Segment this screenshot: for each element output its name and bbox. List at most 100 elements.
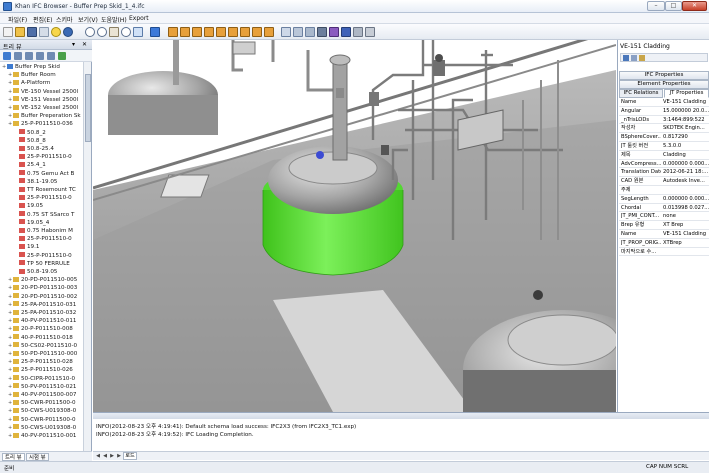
left-vessel[interactable] bbox=[108, 40, 218, 135]
tab-jt-properties[interactable]: JT Properties bbox=[664, 89, 709, 98]
new-file-icon[interactable] bbox=[3, 27, 13, 37]
remove-icon[interactable] bbox=[47, 52, 55, 60]
tree-item[interactable]: + VE-151 Vessel 2500l bbox=[8, 96, 78, 104]
tree-scrollbar[interactable] bbox=[83, 62, 91, 456]
sort-icon[interactable] bbox=[623, 55, 629, 61]
menu-schema[interactable]: 스키마 bbox=[56, 15, 73, 24]
pan-hand-icon[interactable] bbox=[109, 27, 119, 37]
maximize-button[interactable]: □ bbox=[665, 1, 682, 11]
menu-export[interactable]: Export bbox=[129, 15, 149, 22]
menu-help[interactable]: 도움말(H) bbox=[101, 15, 127, 24]
category-icon[interactable] bbox=[631, 55, 637, 61]
add-icon[interactable] bbox=[36, 52, 44, 60]
tab-tree-view[interactable]: 트리 뷰 bbox=[2, 453, 25, 461]
tree-item[interactable]: 50.8-19.05 bbox=[14, 268, 58, 276]
check-icon[interactable] bbox=[58, 52, 66, 60]
tree-item[interactable]: 50.8_2 bbox=[14, 129, 46, 137]
property-row[interactable]: Angular 15.000000 20.0... bbox=[619, 107, 709, 116]
tree-item[interactable]: + Buffer Preperation Sk bbox=[8, 112, 81, 120]
tree-item[interactable]: + VE-150 Vessel 2500l bbox=[8, 88, 78, 96]
save-icon[interactable] bbox=[27, 27, 37, 37]
tree-item[interactable]: + A-Platform bbox=[8, 79, 50, 87]
panel-pin-icon[interactable]: ▾ bbox=[72, 41, 75, 48]
expand-icon[interactable] bbox=[14, 52, 22, 60]
property-row[interactable]: Brep 유형 XT Brep bbox=[619, 221, 709, 230]
tree-item[interactable]: +20-P-P011510-008 bbox=[8, 325, 73, 333]
color-icon[interactable] bbox=[341, 27, 351, 37]
tree-item[interactable]: +25-P-P011510-036 bbox=[8, 120, 73, 128]
property-row[interactable]: JT_PMI_CONT... none bbox=[619, 212, 709, 222]
tree-item[interactable]: 25-P-P011510-0 bbox=[14, 194, 72, 202]
render-mode-icon[interactable] bbox=[281, 27, 291, 37]
property-row[interactable]: _nTrisLODs 3:1464:899:522 bbox=[619, 116, 709, 125]
view-bottom-icon[interactable] bbox=[228, 27, 238, 37]
tree-scrollbar-thumb[interactable] bbox=[85, 74, 91, 142]
log-tab[interactable]: 로드 bbox=[123, 452, 137, 460]
tree-item[interactable]: +20-PD-P011510-003 bbox=[8, 284, 77, 292]
tree-item[interactable]: 25-P-P011510-0 bbox=[14, 235, 72, 243]
tree-item[interactable]: 38.1-19.05 bbox=[14, 178, 58, 186]
property-row[interactable]: JT 툴킷 버전 5.3.0.0 bbox=[619, 142, 709, 151]
select-icon[interactable] bbox=[150, 27, 160, 37]
transparency-icon[interactable] bbox=[329, 27, 339, 37]
help-icon[interactable] bbox=[63, 27, 73, 37]
tree-item[interactable]: + Buffer Prep Skid bbox=[2, 63, 60, 71]
tree-item[interactable]: +25-P-P011510-028 bbox=[8, 358, 73, 366]
tree-item[interactable]: 19.05_4 bbox=[14, 219, 49, 227]
view-iso2-icon[interactable] bbox=[252, 27, 262, 37]
tree-item[interactable]: +50-CWR-P011500-0 bbox=[8, 399, 76, 407]
close-button[interactable]: ✕ bbox=[682, 1, 707, 11]
tree-item[interactable]: TT Rosemount TC bbox=[14, 186, 76, 194]
tree-item[interactable]: +20-PD-P011510-002 bbox=[8, 293, 77, 301]
tree-item[interactable]: +25-P-P011510-026 bbox=[8, 366, 73, 374]
view-back-icon[interactable] bbox=[180, 27, 190, 37]
zoom-out-icon[interactable] bbox=[97, 27, 107, 37]
first-tab-icon[interactable]: ◀ bbox=[95, 453, 101, 459]
shaded-edges-icon[interactable] bbox=[317, 27, 327, 37]
tree-item[interactable]: +50-CWS-U019308-0 bbox=[8, 424, 76, 432]
property-row[interactable]: BSphereCover... 0.817290 bbox=[619, 133, 709, 142]
view-front-icon[interactable] bbox=[168, 27, 178, 37]
print-icon[interactable] bbox=[39, 27, 49, 37]
model-tree[interactable]: + Buffer Prep Skid + Buffer Room + A-Platform… bbox=[0, 63, 84, 456]
menu-edit[interactable]: 편집(E) bbox=[33, 15, 53, 24]
last-tab-icon[interactable]: ▶ bbox=[116, 453, 122, 459]
tree-item[interactable]: +50-CWS-U019308-0 bbox=[8, 407, 76, 415]
property-row[interactable]: JT_PROP_ORIG... XTBrep bbox=[619, 239, 709, 248]
tree-item[interactable]: +25-PA-P011510-031 bbox=[8, 301, 76, 309]
tree-item[interactable]: + VE-152 Vessel 2500l bbox=[8, 104, 78, 112]
open-folder-icon[interactable] bbox=[15, 27, 25, 37]
property-row[interactable]: 마지막으로 수... bbox=[619, 248, 709, 257]
prev-tab-icon[interactable]: ◀ bbox=[102, 453, 108, 459]
tree-item[interactable]: TP 50 FERRULE bbox=[14, 260, 70, 268]
tree-item[interactable]: +20-PD-P011510-005 bbox=[8, 276, 77, 284]
view-right-icon[interactable] bbox=[204, 27, 214, 37]
view-iso3-icon[interactable] bbox=[264, 27, 274, 37]
zoom-in-icon[interactable] bbox=[85, 27, 95, 37]
property-row[interactable]: CAD 원본 Autodesk Inve... bbox=[619, 177, 709, 186]
element-properties-button[interactable]: Element Properties bbox=[619, 80, 709, 89]
tree-item[interactable]: +25-PA-P011510-032 bbox=[8, 309, 76, 317]
tree-item[interactable]: +50-CS02-P011510-0 bbox=[8, 342, 77, 350]
property-row[interactable]: 작성자 SKDTEK Engin... bbox=[619, 124, 709, 134]
shaded-icon[interactable] bbox=[305, 27, 315, 37]
property-row[interactable]: Chordal 0.013998 0.027... bbox=[619, 204, 709, 213]
tree-item[interactable]: 25.4_1 bbox=[14, 161, 46, 169]
tree-item[interactable]: + Buffer Room bbox=[8, 71, 56, 79]
tree-item[interactable]: +40-PV-P011510-011 bbox=[8, 317, 76, 325]
view-left-icon[interactable] bbox=[192, 27, 202, 37]
tree-item[interactable]: +40-P-P011510-018 bbox=[8, 334, 73, 342]
tree-item[interactable]: +50-PV-P011510-021 bbox=[8, 383, 76, 391]
property-row[interactable]: Name VE-151 Cladding bbox=[619, 230, 709, 239]
tree-item[interactable]: 0.75 ST SSarco T bbox=[14, 211, 74, 219]
view-top-icon[interactable] bbox=[216, 27, 226, 37]
property-page-icon[interactable] bbox=[639, 55, 645, 61]
property-row[interactable]: Translation Date 2012-06-21 18:... bbox=[619, 168, 709, 178]
tree-item[interactable]: 25-P-P011510-0 bbox=[14, 153, 72, 161]
tree-item[interactable]: +50-CWR-P011500-0 bbox=[8, 416, 76, 424]
zoom-fit-icon[interactable] bbox=[121, 27, 131, 37]
tab-test-view[interactable]: 시험 뷰 bbox=[26, 453, 49, 461]
hide-icon[interactable] bbox=[353, 27, 363, 37]
tree-item[interactable]: 25-P-P011510-0 bbox=[14, 252, 72, 260]
tree-view-icon[interactable] bbox=[3, 52, 11, 60]
